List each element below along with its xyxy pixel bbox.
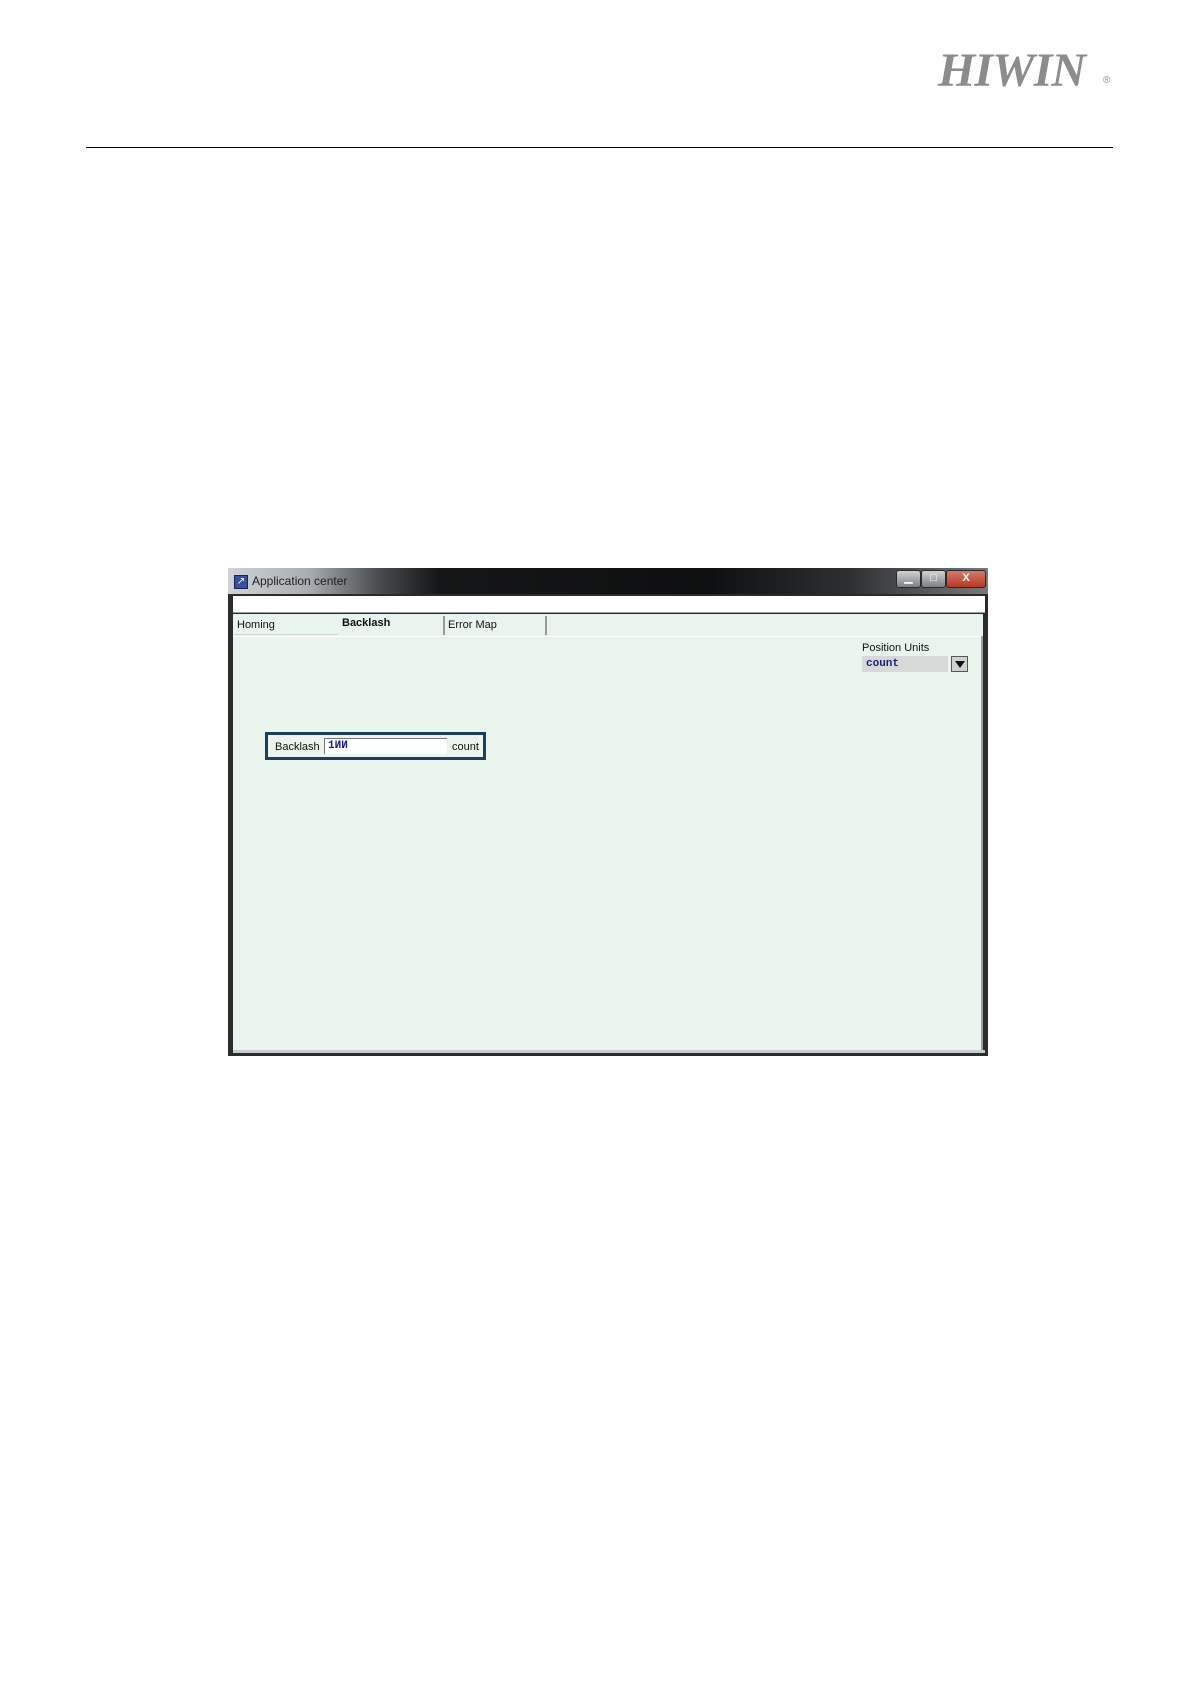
header-rule: [86, 147, 1113, 148]
position-units-value[interactable]: count: [862, 656, 948, 672]
close-icon: X: [962, 572, 970, 584]
maximize-button[interactable]: □: [921, 570, 946, 588]
hiwin-logo: HIWIN ®: [938, 47, 1113, 95]
chevron-down-icon[interactable]: [951, 656, 968, 672]
window-title: Application center: [252, 574, 348, 588]
logo-text: HIWIN: [938, 44, 1086, 97]
backlash-label: Backlash: [275, 741, 320, 753]
backlash-unit: count: [452, 741, 479, 753]
maximize-icon: □: [930, 572, 937, 584]
client-border: [981, 636, 983, 1050]
minimize-button[interactable]: ▁: [896, 570, 921, 588]
backlash-input[interactable]: 1ИИ: [324, 738, 447, 754]
position-units-label: Position Units: [862, 642, 930, 654]
minimize-icon: ▁: [904, 572, 913, 584]
menu-bar: [233, 596, 985, 613]
tab-strip: Homing Backlash Error Map: [233, 614, 983, 637]
backlash-group: Backlash 1ИИ count: [265, 732, 486, 760]
client-area: Homing Backlash Error Map Position Units…: [233, 614, 983, 1050]
tab-homing[interactable]: Homing: [234, 616, 338, 635]
tab-backlash[interactable]: Backlash: [339, 614, 442, 633]
tab-error-map[interactable]: Error Map: [443, 616, 547, 635]
close-button[interactable]: X: [946, 570, 986, 588]
application-center-window: ↗ Application center ▁ □ X Homing Backla…: [228, 568, 988, 1056]
window-bottom-border: [233, 1050, 985, 1053]
position-units-select[interactable]: count: [862, 656, 968, 672]
app-arrow-icon: ↗: [234, 575, 248, 589]
registered-mark: ®: [1103, 75, 1110, 86]
window-titlebar[interactable]: ↗ Application center ▁ □ X: [228, 568, 988, 594]
